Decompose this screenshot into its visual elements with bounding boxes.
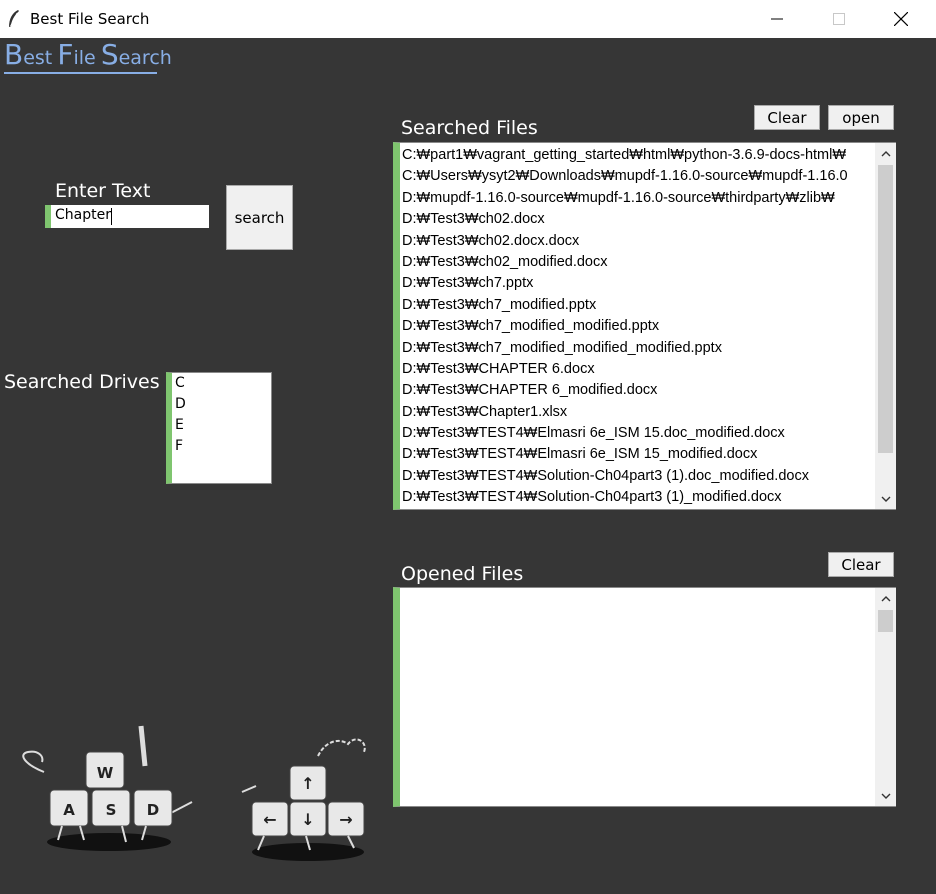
list-item[interactable]: C	[175, 375, 185, 391]
feather-icon	[9, 10, 19, 28]
key-d: D	[147, 801, 159, 819]
list-item[interactable]: D:₩Test3₩ch7.pptx	[402, 273, 872, 294]
chevron-up-icon	[881, 150, 890, 156]
list-item[interactable]: D:₩mupdf-1.16.0-source₩mupdf-1.16.0-sour…	[402, 188, 872, 209]
search-button[interactable]: search	[226, 185, 293, 250]
list-item[interactable]: D:₩Test3₩ch7_modified_modified.pptx	[402, 316, 872, 337]
list-item[interactable]: D:₩Test3₩CHAPTER 6.docx	[402, 359, 872, 380]
list-item[interactable]: D:₩Test3₩ch02.docx	[402, 209, 872, 230]
searched-files-label: Searched Files	[401, 117, 538, 139]
key-up-arrow: ↑	[301, 774, 314, 793]
enter-text-label: Enter Text	[55, 180, 151, 202]
list-item[interactable]: D:₩Test3₩TEST4₩Solution-Ch04part3 (1).do…	[402, 466, 872, 487]
search-input[interactable]: Chapter	[45, 205, 209, 228]
scroll-up-button[interactable]	[875, 143, 896, 163]
list-item[interactable]: D:₩Test3₩ch7_modified_modified_modified.…	[402, 338, 872, 359]
searched-drives-label: Searched Drives	[4, 371, 160, 393]
app-window: Best File Search Enter Text Chapter sear…	[0, 38, 936, 894]
searched-files-listbox[interactable]: C:₩part1₩vagrant_getting_started₩html₩py…	[393, 142, 896, 510]
logo-text-earch: earch	[118, 47, 172, 69]
list-item[interactable]: D:₩Test3₩ch02_modified.docx	[402, 252, 872, 273]
searched-files-scrollbar[interactable]	[875, 143, 896, 509]
drives-listbox[interactable]: C D E F	[166, 372, 272, 484]
chevron-down-icon	[881, 496, 890, 502]
logo-letter-s: S	[100, 38, 119, 71]
opened-files-label: Opened Files	[401, 563, 524, 585]
maximize-icon	[833, 13, 845, 25]
list-item[interactable]: D:₩Test3₩TEST4₩Solution-Ch04part3 (1)_mo…	[402, 487, 872, 508]
logo-text-est: est	[23, 47, 53, 69]
list-item[interactable]: E	[175, 417, 184, 433]
window-title-bar[interactable]: Best File Search	[0, 0, 936, 39]
key-down-arrow: ↓	[301, 810, 314, 829]
open-button[interactable]: open	[828, 105, 894, 130]
list-item[interactable]: F	[175, 438, 183, 454]
close-icon	[894, 12, 908, 26]
chevron-up-icon	[881, 595, 890, 601]
list-item[interactable]: D:₩Test3₩Chapter1.xlsx	[402, 402, 872, 423]
text-caret	[111, 208, 112, 225]
key-s: S	[106, 801, 117, 819]
key-w: W	[97, 764, 114, 782]
minimize-button[interactable]	[746, 0, 808, 38]
chevron-down-icon	[881, 793, 890, 799]
list-item[interactable]: D:₩Test3₩TEST4₩Elmasri 6e_ISM 15_modifie…	[402, 444, 872, 465]
arrow-keys-illustration: ↑ ← ↓ →	[241, 738, 366, 861]
scroll-up-button[interactable]	[875, 588, 896, 608]
key-right-arrow: →	[339, 810, 352, 829]
list-item[interactable]: D:₩Test3₩ch02.docx.docx	[402, 231, 872, 252]
key-left-arrow: ←	[263, 810, 276, 829]
list-item[interactable]: D:₩Test3₩CHAPTER 6_modified.docx	[402, 380, 872, 401]
logo-underline	[4, 72, 157, 74]
list-item[interactable]: D:₩Test3₩TEST4₩Elmasri 6e_ISM 15.doc_mod…	[402, 423, 872, 444]
maximize-button[interactable]	[808, 0, 870, 38]
list-item[interactable]: D:₩Test3₩ch7_modified.pptx	[402, 295, 872, 316]
list-item[interactable]: C:₩Users₩ysyt2₩Downloads₩mupdf-1.16.0-so…	[402, 166, 872, 187]
clear-searched-button[interactable]: Clear	[754, 105, 820, 130]
key-a: A	[63, 801, 75, 819]
logo-letter-f: F	[57, 38, 74, 71]
clear-opened-button[interactable]: Clear	[828, 552, 894, 577]
opened-files-scrollbar[interactable]	[875, 588, 896, 806]
close-button[interactable]	[870, 0, 932, 38]
scroll-thumb[interactable]	[878, 610, 893, 632]
minimize-icon	[771, 18, 783, 20]
searched-files-items: C:₩part1₩vagrant_getting_started₩html₩py…	[402, 145, 872, 509]
scroll-down-button[interactable]	[875, 786, 896, 806]
logo-text-ile: ile	[73, 47, 96, 69]
search-input-value: Chapter	[55, 207, 111, 223]
list-item[interactable]: C:₩part1₩vagrant_getting_started₩html₩py…	[402, 145, 872, 166]
scroll-down-button[interactable]	[875, 489, 896, 509]
opened-files-listbox[interactable]	[393, 587, 896, 807]
list-item[interactable]: D	[175, 396, 186, 412]
scroll-thumb[interactable]	[878, 165, 893, 453]
wasd-keys-illustration: W A S D	[22, 725, 193, 851]
window-title: Best File Search	[30, 10, 150, 28]
logo-letter-b: B	[4, 38, 24, 71]
